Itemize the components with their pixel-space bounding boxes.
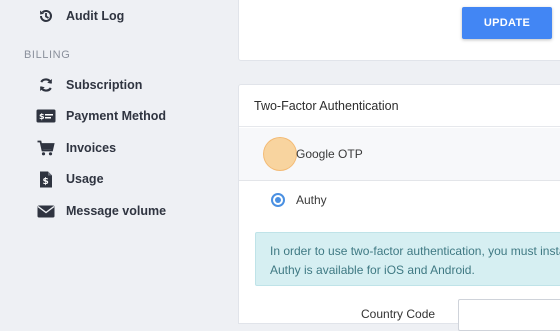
radio-google-otp[interactable] [263,137,297,171]
sidebar-item-label: Subscription [66,78,143,92]
two-factor-card: Two-Factor Authentication Google OTP Aut… [238,84,560,331]
sidebar-item-label: Invoices [66,141,117,155]
credit-card-icon: $ [36,106,56,126]
sidebar-item-label: Audit Log [66,9,125,23]
option-label: Google OTP [296,147,363,161]
refresh-icon [36,75,56,95]
info-alert: In order to use two-factor authenticatio… [255,232,560,286]
sidebar-item-audit-log[interactable]: Audit Log [36,4,124,28]
section-label-billing: BILLING [24,49,71,61]
envelope-icon [36,201,56,221]
option-label: Authy [296,193,327,207]
sidebar-item-usage[interactable]: $ Usage [36,167,104,191]
radio-authy[interactable] [271,193,285,207]
info-text-line-1: In order to use two-factor authenticatio… [270,244,560,258]
sidebar-item-payment-method[interactable]: $ Payment Method [36,104,166,128]
info-text-line-2: Authy is available for iOS and Android. [270,263,475,277]
sidebar-item-label: Usage [66,172,104,186]
card-title: Two-Factor Authentication [239,85,560,127]
sidebar-item-label: Message volume [66,204,167,218]
svg-text:$: $ [39,112,45,121]
sidebar-item-message-volume[interactable]: Message volume [36,199,166,223]
dollar-document-icon: $ [36,169,56,189]
option-authy[interactable]: Authy [239,182,560,218]
country-code-input[interactable] [458,299,560,331]
update-button[interactable]: UPDATE [462,7,552,39]
history-icon [36,6,56,26]
country-code-label: Country Code [361,307,436,321]
sidebar-item-label: Payment Method [66,109,167,123]
cart-icon [36,138,56,158]
settings-card: UPDATE [238,0,560,61]
svg-text:$: $ [43,177,49,187]
sidebar: Audit Log BILLING Subscription $ Payment… [0,0,222,315]
option-google-otp[interactable]: Google OTP [239,128,560,181]
sidebar-item-invoices[interactable]: Invoices [36,136,116,160]
sidebar-item-subscription[interactable]: Subscription [36,73,142,97]
